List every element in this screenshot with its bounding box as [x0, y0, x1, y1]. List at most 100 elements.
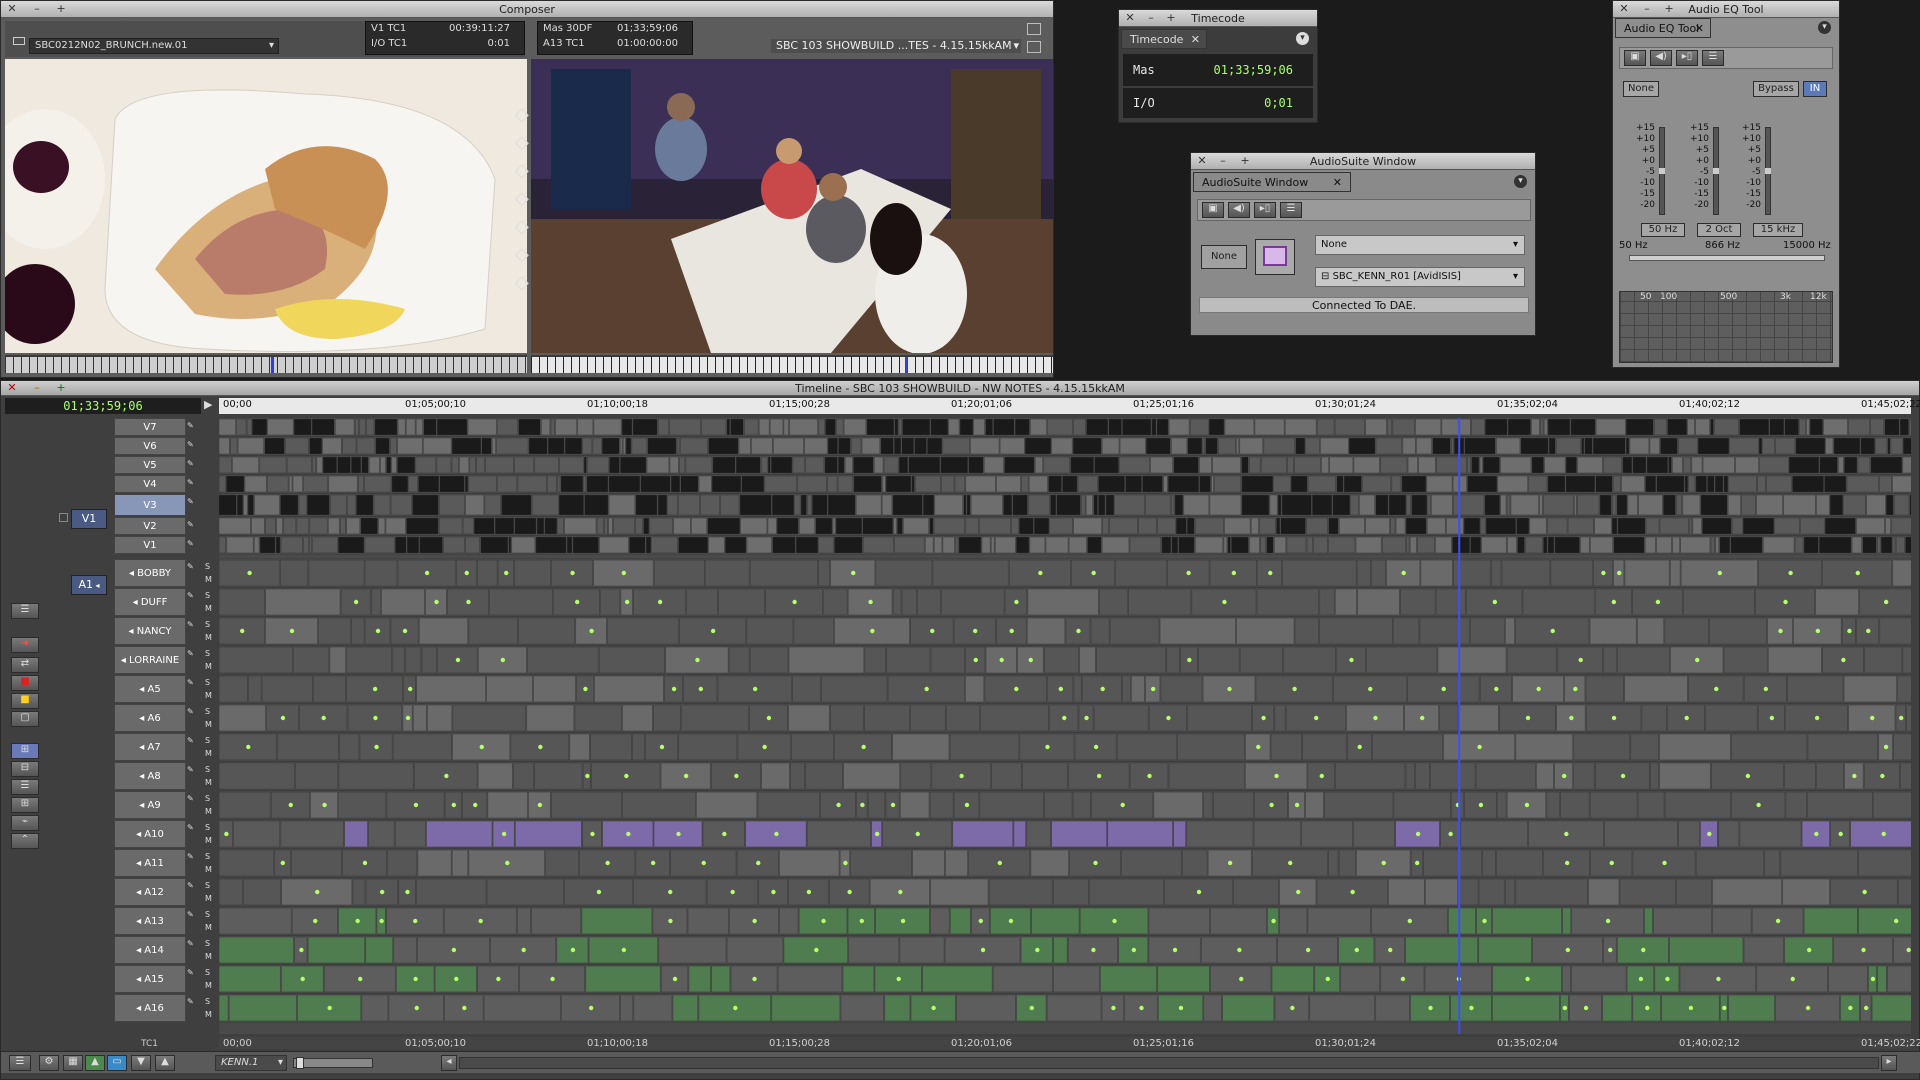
- timeline-clip[interactable]: [1766, 475, 1792, 493]
- clip-marker[interactable]: [413, 976, 418, 982]
- timeline-clip[interactable]: [1467, 456, 1471, 474]
- clip-marker[interactable]: [1290, 1005, 1295, 1011]
- clip-marker[interactable]: [1815, 628, 1821, 634]
- clip-marker[interactable]: [821, 918, 826, 924]
- timeline-clip[interactable]: [1053, 936, 1068, 964]
- timeline-clip[interactable]: [1070, 456, 1094, 474]
- clip-marker[interactable]: [1769, 715, 1775, 721]
- timeline-clip[interactable]: [1762, 437, 1775, 455]
- timeline-clip[interactable]: [397, 437, 423, 455]
- timeline-clip[interactable]: [1178, 536, 1195, 554]
- clip-marker[interactable]: [451, 802, 457, 808]
- clip-marker[interactable]: [1763, 686, 1769, 692]
- timeline-clip[interactable]: [1045, 536, 1069, 554]
- clip-marker[interactable]: [1617, 570, 1622, 576]
- timeline-clip[interactable]: [415, 418, 423, 436]
- timeline-clip[interactable]: [825, 418, 836, 436]
- timeline-clip[interactable]: [1249, 456, 1261, 474]
- clip-marker[interactable]: [538, 744, 543, 750]
- timeline-clip[interactable]: [1625, 437, 1630, 455]
- timeline-clip[interactable]: [1571, 965, 1627, 993]
- timeline-clip[interactable]: [233, 820, 281, 848]
- timeline-clip[interactable]: [584, 494, 609, 516]
- clip-marker[interactable]: [698, 686, 704, 692]
- timeline-clip[interactable]: [318, 617, 351, 645]
- timeline-clip[interactable]: [243, 494, 248, 516]
- timeline-clip[interactable]: [350, 617, 365, 645]
- timeline-clip[interactable]: [1483, 456, 1500, 474]
- timeline-clip[interactable]: [1049, 517, 1073, 535]
- timeline-clip[interactable]: [1319, 617, 1393, 645]
- timeline-clip[interactable]: [680, 475, 699, 493]
- clip-marker[interactable]: [1790, 976, 1795, 982]
- timeline-clip[interactable]: [1617, 517, 1646, 535]
- timeline-clip[interactable]: [1478, 936, 1532, 964]
- timeline-clip[interactable]: [1659, 762, 1711, 790]
- timeline-clip[interactable]: [557, 517, 564, 535]
- timeline-clip[interactable]: [1119, 437, 1146, 455]
- timeline-clip[interactable]: [1016, 536, 1030, 554]
- clip-marker[interactable]: [1373, 715, 1378, 721]
- timeline-clip[interactable]: [1273, 475, 1291, 493]
- timeline-clip[interactable]: [1319, 588, 1335, 616]
- timeline-clip[interactable]: [1641, 704, 1667, 732]
- solo-mute-buttons[interactable]: SM: [205, 792, 212, 818]
- timeline-clip[interactable]: [1815, 588, 1859, 616]
- timeline-clip[interactable]: [1544, 456, 1566, 474]
- timeline-clip[interactable]: [757, 791, 820, 819]
- solo-mute-buttons[interactable]: SM: [205, 937, 212, 963]
- timeline-clip[interactable]: [1528, 475, 1548, 493]
- clip-marker[interactable]: [1091, 570, 1096, 576]
- track-label-a15[interactable]: ◂ A15: [114, 965, 186, 993]
- clip-marker[interactable]: [1469, 1005, 1474, 1011]
- clip-marker[interactable]: [973, 657, 978, 663]
- timeline-clip[interactable]: [1743, 936, 1784, 964]
- timeline-clip[interactable]: [1844, 456, 1858, 474]
- timeline-clip[interactable]: [1611, 517, 1618, 535]
- timeline-clip[interactable]: [1729, 437, 1759, 455]
- timeline-clip[interactable]: [646, 456, 670, 474]
- timeline-clip[interactable]: [338, 536, 365, 554]
- timeline-clip[interactable]: [1353, 456, 1380, 474]
- timeline-clip[interactable]: [462, 517, 474, 535]
- timeline-clip[interactable]: [669, 418, 701, 436]
- timeline-clip[interactable]: [1231, 536, 1249, 554]
- timeline-clip[interactable]: [791, 733, 834, 761]
- timeline-clip[interactable]: [486, 675, 533, 703]
- timeline-clip[interactable]: [423, 418, 437, 436]
- timeline-clip[interactable]: [339, 733, 360, 761]
- timeline-clip[interactable]: [385, 517, 406, 535]
- timeline-clip[interactable]: [412, 494, 439, 516]
- timeline-clip[interactable]: [594, 675, 664, 703]
- timeline-clip[interactable]: [374, 418, 398, 436]
- timeline-clip[interactable]: [511, 536, 536, 554]
- timeline-clip[interactable]: [1171, 536, 1178, 554]
- timeline-clip[interactable]: [1096, 646, 1166, 674]
- timeline-clip[interactable]: [311, 418, 335, 436]
- timeline-clip[interactable]: [1491, 994, 1560, 1022]
- timeline-clip[interactable]: [1122, 675, 1131, 703]
- timeline-clip[interactable]: [1573, 733, 1631, 761]
- timeline-clip[interactable]: [1715, 536, 1720, 554]
- timeline-clip[interactable]: [1775, 437, 1796, 455]
- timeline-clip[interactable]: [948, 418, 960, 436]
- track-lock-icon[interactable]: ✎: [187, 478, 194, 487]
- clip-marker[interactable]: [843, 860, 848, 866]
- maximize-icon[interactable]: +: [1163, 11, 1179, 25]
- timeline-clip[interactable]: [219, 536, 227, 554]
- timeline-clip[interactable]: [1731, 733, 1808, 761]
- clip-marker[interactable]: [1550, 628, 1555, 634]
- timeline-clip[interactable]: [1031, 907, 1080, 935]
- clip-marker[interactable]: [1227, 686, 1232, 692]
- timeline-clip[interactable]: [316, 456, 323, 474]
- timeline-clip[interactable]: [985, 418, 993, 436]
- timeline-clip[interactable]: [739, 494, 772, 516]
- track-label-a7[interactable]: ◂ A7: [114, 733, 186, 761]
- segment-mode-icon[interactable]: ⊞: [11, 743, 39, 759]
- timeline-clip[interactable]: [248, 675, 262, 703]
- timeline-clip[interactable]: [1482, 849, 1496, 877]
- render-icon[interactable]: ▣: [1202, 202, 1224, 218]
- timeline-clip[interactable]: [930, 907, 950, 935]
- timeline-clip[interactable]: [360, 517, 378, 535]
- timeline-clip[interactable]: [387, 849, 418, 877]
